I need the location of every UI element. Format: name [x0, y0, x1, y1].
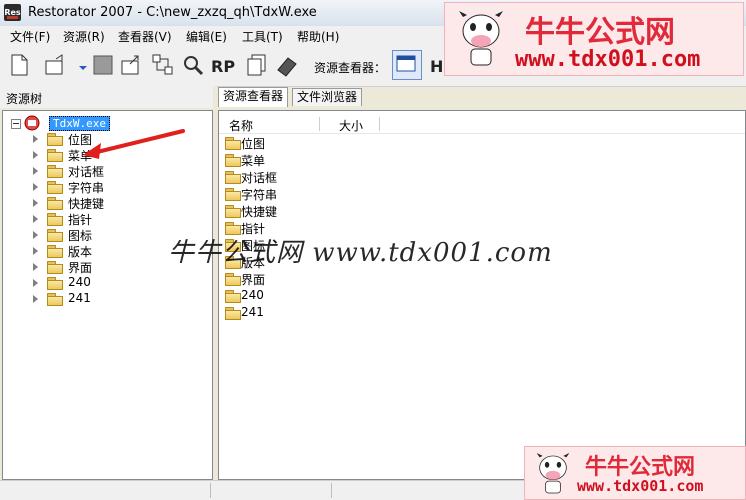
panel-splitter[interactable] — [213, 86, 217, 478]
cow-icon — [459, 11, 503, 66]
menu-viewer[interactable]: 查看器(V) — [118, 28, 172, 45]
cow-icon — [536, 452, 570, 494]
folder-icon — [225, 290, 241, 303]
copy-icon — [247, 54, 266, 76]
folder-icon — [47, 165, 63, 178]
resource-tree[interactable]: TdxW.exe 位图 菜单 对话框 字符串 快捷键 指针 图标 版本 界面 2… — [2, 110, 213, 480]
save-button[interactable] — [90, 52, 116, 78]
red-arrow-annotation — [83, 129, 185, 159]
folder-icon — [47, 293, 63, 306]
resource-tree-title: 资源树 — [6, 92, 43, 106]
folder-icon — [225, 205, 241, 218]
folder-icon — [225, 307, 241, 320]
folder-icon — [225, 273, 241, 286]
open-button[interactable] — [42, 52, 68, 78]
folder-icon — [47, 181, 63, 194]
search-button[interactable] — [180, 52, 206, 78]
resource-list[interactable]: 名称 大小 位图 菜单 对话框 字符串 快捷键 指针 图标 版本 界面 240 … — [218, 110, 746, 480]
watermark-logo-top: 牛牛公式网 www.tdx001.com — [444, 2, 744, 76]
folder-icon — [47, 197, 63, 210]
resource-tree-header: 资源树 — [0, 86, 213, 108]
status-segment — [211, 483, 332, 498]
menu-tools[interactable]: 工具(T) — [242, 28, 283, 45]
folder-icon — [47, 229, 63, 242]
folder-icon — [225, 171, 241, 184]
open-dropdown-button[interactable] — [70, 52, 87, 78]
open-icon — [45, 54, 63, 75]
watermark-overlay-text: 牛牛公式网 www.tdx001.com — [168, 238, 553, 268]
folder-icon — [47, 245, 63, 258]
logo-url-bottom: www.tdx001.com — [577, 477, 704, 495]
folder-icon — [47, 213, 63, 226]
folder-icon — [47, 277, 63, 290]
column-separator[interactable] — [379, 117, 380, 131]
column-size[interactable]: 大小 — [339, 117, 363, 134]
export-icon — [121, 55, 139, 75]
book-button[interactable] — [274, 52, 300, 78]
list-header: 名称 大小 — [219, 115, 745, 134]
folder-icon — [47, 149, 63, 162]
save-icon — [93, 55, 113, 75]
logo-brand-top: 牛牛公式网 — [525, 15, 675, 50]
book-icon — [277, 57, 297, 77]
folder-icon — [225, 188, 241, 201]
new-file-button[interactable] — [6, 52, 32, 78]
svg-text:RP: RP — [211, 57, 235, 76]
search-icon — [184, 56, 204, 76]
rp-button[interactable]: RP — [210, 52, 236, 78]
viewer-label: 资源查看器： — [314, 61, 387, 75]
rp-icon: RP — [211, 57, 235, 76]
menu-file[interactable]: 文件(F) — [10, 28, 50, 45]
menu-help[interactable]: 帮助(H) — [297, 28, 339, 45]
new-file-icon — [11, 54, 28, 76]
root-collapse-toggle[interactable] — [11, 119, 21, 129]
link-icon — [152, 54, 173, 75]
resource-viewer-toggle[interactable] — [392, 50, 422, 80]
status-segment — [0, 483, 211, 498]
window-icon — [396, 55, 416, 72]
link-button[interactable] — [150, 52, 176, 78]
menu-resource[interactable]: 资源(R) — [63, 28, 105, 45]
menu-edit[interactable]: 编辑(E) — [186, 28, 227, 45]
copy-button[interactable] — [244, 52, 270, 78]
logo-url-top: www.tdx001.com — [515, 47, 701, 72]
folder-icon — [47, 261, 63, 274]
app-icon: Res — [4, 4, 21, 21]
column-name[interactable]: 名称 — [229, 117, 253, 134]
column-separator[interactable] — [319, 117, 320, 131]
window-title: Restorator 2007 - C:\new_zxzq_qh\TdxW.ex… — [28, 5, 317, 20]
exe-icon — [24, 115, 40, 131]
folder-icon — [225, 154, 241, 167]
svg-text:H: H — [430, 57, 443, 76]
folder-icon — [225, 137, 241, 150]
tab-resource-viewer[interactable]: 资源查看器 — [218, 87, 289, 107]
export-button[interactable] — [118, 52, 144, 78]
tab-file-browser[interactable]: 文件浏览器 — [292, 88, 363, 106]
folder-icon — [47, 133, 63, 146]
watermark-logo-bottom: 牛牛公式网 www.tdx001.com — [524, 446, 746, 500]
